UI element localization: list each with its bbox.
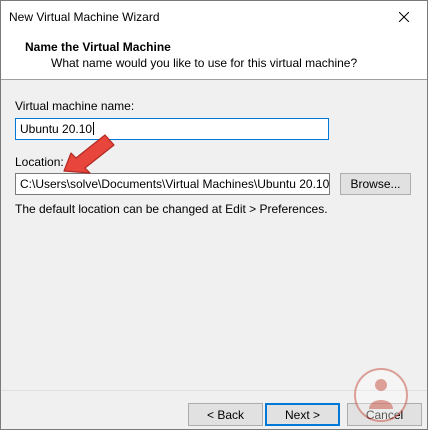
back-button[interactable]: < Back: [188, 403, 263, 426]
vm-name-label: Virtual machine name:: [15, 99, 135, 113]
location-label: Location:: [15, 155, 64, 169]
location-value: C:\Users\solve\Documents\Virtual Machine…: [20, 177, 330, 191]
wizard-body: Virtual machine name: Ubuntu 20.10 Locat…: [1, 80, 427, 390]
annotation-arrow-icon: [63, 134, 115, 174]
page-title: Name the Virtual Machine: [25, 40, 171, 54]
window-title: New Virtual Machine Wizard: [9, 10, 160, 24]
page-subtitle: What name would you like to use for this…: [51, 56, 358, 70]
title-bar: New Virtual Machine Wizard: [1, 1, 427, 32]
wizard-window: New Virtual Machine Wizard Name the Virt…: [0, 0, 428, 430]
wizard-header: Name the Virtual Machine What name would…: [1, 32, 427, 80]
close-button[interactable]: [381, 1, 427, 32]
browse-button[interactable]: Browse...: [340, 173, 411, 195]
next-button[interactable]: Next >: [265, 403, 340, 426]
close-icon: [399, 11, 409, 22]
watermark-logo-icon: [354, 368, 408, 422]
location-hint: The default location can be changed at E…: [15, 202, 328, 216]
